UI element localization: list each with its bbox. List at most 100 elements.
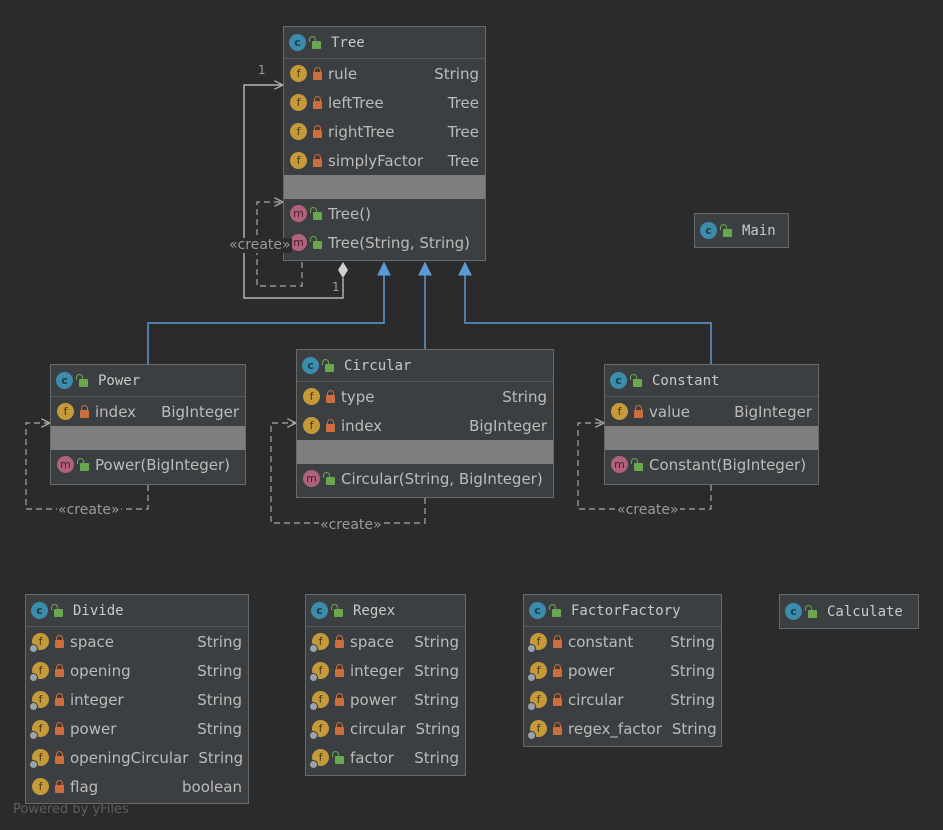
field-row[interactable]: f circular String — [306, 714, 465, 743]
class-main[interactable]: c Main — [694, 213, 789, 248]
static-field-icon: f — [309, 749, 329, 769]
field-type: Tree — [447, 151, 479, 170]
field-icon: f — [290, 152, 307, 169]
empty-section-separator — [605, 426, 818, 450]
field-row[interactable]: f flag boolean — [26, 772, 248, 801]
field-row[interactable]: f factor String — [306, 743, 465, 772]
multiplicity-label-top: 1 — [258, 63, 266, 77]
field-row[interactable]: f leftTree Tree — [284, 88, 485, 117]
lock-icon — [55, 722, 64, 735]
method-row[interactable]: m Constant(BigInteger) — [605, 450, 818, 479]
field-icon: f — [290, 94, 307, 111]
field-row[interactable]: f power String — [524, 656, 721, 685]
method-row[interactable]: m Tree(String, String) — [284, 228, 485, 257]
lock-icon — [55, 693, 64, 706]
lock-icon — [335, 722, 344, 735]
field-row[interactable]: f value BigInteger — [605, 397, 818, 426]
class-icon: c — [289, 34, 306, 51]
class-header[interactable]: c Constant — [605, 365, 818, 397]
class-circular[interactable]: c Circular f type String f index BigInteger … — [296, 349, 554, 498]
method-icon: m — [57, 456, 74, 473]
class-header[interactable]: c Circular — [297, 350, 553, 382]
class-name: Calculate — [827, 603, 903, 620]
method-icon: m — [303, 470, 320, 487]
unlock-icon — [631, 458, 643, 471]
class-header[interactable]: c FactorFactory — [524, 595, 721, 627]
method-row[interactable]: m Circular(String, BigInteger) — [297, 464, 553, 493]
field-name: power — [70, 719, 117, 738]
class-header[interactable]: c Main — [695, 214, 788, 247]
class-header[interactable]: c Power — [51, 365, 245, 397]
lock-icon — [313, 125, 322, 138]
lock-icon — [553, 664, 562, 677]
method-row[interactable]: m Power(BigInteger) — [51, 450, 245, 479]
class-header[interactable]: c Tree — [284, 27, 485, 59]
field-name: factor — [350, 748, 394, 767]
field-name: type — [341, 387, 375, 406]
method-row[interactable]: m Tree() — [284, 199, 485, 228]
class-power[interactable]: c Power f index BigInteger m Power(BigInteg… — [50, 364, 246, 485]
class-icon: c — [56, 372, 73, 389]
method-name: Tree(String, String) — [328, 233, 471, 252]
class-header[interactable]: c Regex — [306, 595, 465, 627]
class-constant[interactable]: c Constant f value BigInteger m Constant(Bi… — [604, 364, 819, 485]
class-calculate[interactable]: c Calculate — [779, 594, 919, 629]
method-name: Power(BigInteger) — [95, 455, 230, 474]
field-row[interactable]: f index BigInteger — [51, 397, 245, 426]
field-type: String — [198, 748, 244, 767]
method-name: Circular(String, BigInteger) — [341, 469, 543, 488]
field-row[interactable]: f rule String — [284, 59, 485, 88]
field-row[interactable]: f type String — [297, 382, 553, 411]
unlock-icon — [76, 374, 88, 387]
class-name: Main — [742, 222, 776, 239]
lock-icon — [55, 635, 64, 648]
field-row[interactable]: f circular String — [524, 685, 721, 714]
field-name: integer — [350, 661, 404, 680]
field-icon: f — [32, 778, 49, 795]
unlock-icon — [309, 36, 321, 49]
field-row[interactable]: f space String — [306, 627, 465, 656]
class-header[interactable]: c Divide — [26, 595, 248, 627]
lock-icon — [313, 154, 322, 167]
static-field-icon: f — [29, 749, 49, 769]
field-row[interactable]: f opening String — [26, 656, 248, 685]
field-row[interactable]: f rightTree Tree — [284, 117, 485, 146]
static-field-icon: f — [527, 691, 547, 711]
field-type: BigInteger — [734, 402, 812, 421]
class-icon: c — [31, 602, 48, 619]
unlock-icon — [549, 604, 561, 617]
unlock-icon — [630, 374, 642, 387]
field-row[interactable]: f regex_factor String — [524, 714, 721, 743]
field-name: power — [568, 661, 615, 680]
lock-icon — [80, 405, 89, 418]
field-type: String — [434, 64, 479, 83]
unlock-icon — [332, 751, 344, 764]
constant-create-label: «create» — [616, 502, 680, 518]
tree-create-label: «create» — [228, 237, 292, 253]
field-name: rule — [328, 64, 358, 83]
class-regex[interactable]: c Regex f space String f integer String f pow… — [305, 594, 466, 776]
lock-icon — [335, 693, 344, 706]
class-name: Regex — [353, 602, 396, 619]
field-row[interactable]: f simplyFactor Tree — [284, 146, 485, 175]
field-row[interactable]: f space String — [26, 627, 248, 656]
field-row[interactable]: f power String — [306, 685, 465, 714]
class-tree[interactable]: c Tree f rule String f leftTree Tree f rightT… — [283, 26, 486, 261]
field-row[interactable]: f integer String — [306, 656, 465, 685]
static-field-icon: f — [29, 691, 49, 711]
field-row[interactable]: f integer String — [26, 685, 248, 714]
class-divide[interactable]: c Divide f space String f opening String f in… — [25, 594, 249, 804]
field-name: rightTree — [328, 122, 395, 141]
class-name: Power — [98, 372, 141, 389]
empty-section-separator — [51, 426, 245, 450]
field-row[interactable]: f constant String — [524, 627, 721, 656]
field-row[interactable]: f openingCircular String — [26, 743, 248, 772]
field-row[interactable]: f index BigInteger — [297, 411, 553, 440]
power-create-label: «create» — [57, 502, 121, 518]
unlock-icon — [51, 604, 63, 617]
class-header[interactable]: c Calculate — [780, 595, 918, 628]
lock-icon — [313, 96, 322, 109]
field-icon: f — [290, 65, 307, 82]
class-factorfactory[interactable]: c FactorFactory f constant String f power St… — [523, 594, 722, 747]
field-row[interactable]: f power String — [26, 714, 248, 743]
